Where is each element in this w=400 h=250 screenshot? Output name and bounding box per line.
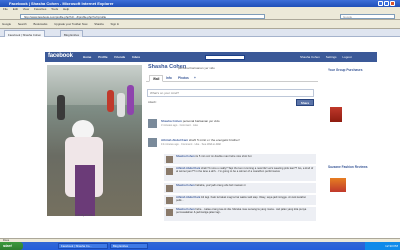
comment: Shasha Cohen hehe... kalau orang tua ok … — [164, 207, 316, 222]
nav-inbox[interactable]: Inbox — [132, 55, 140, 59]
avatar[interactable] — [166, 167, 173, 175]
system-clock: 12:33 PM — [365, 242, 400, 250]
feed-text: shah! 5 minit u r the energetic brother! — [188, 138, 240, 142]
photo-caption[interactable]: Edit My Profile — [75, 213, 93, 217]
facebook-header: facebook Home Profile Friends Inbox Shas… — [45, 52, 377, 62]
feed-author[interactable]: Athirah Abdul Kani — [161, 138, 188, 142]
search-input[interactable]: Google — [340, 13, 395, 19]
nav-friends[interactable]: Friends — [114, 55, 125, 59]
facebook-account-links: Shasha Cohen Settings Logout — [295, 55, 352, 59]
menu-tools[interactable]: Tools — [51, 7, 58, 11]
address-bar: http://www.facebook.com/profile.php?id=.… — [0, 12, 400, 20]
taskbar: start Facebook | Shasha Co... Blog Entri… — [0, 242, 400, 250]
close-button[interactable] — [390, 1, 395, 6]
google-toolbar: Google Search Bookmarks Upgrade your Too… — [0, 20, 400, 29]
ad-image[interactable] — [330, 178, 346, 192]
toolbar-upgrade[interactable]: Upgrade your Toolbar Now — [54, 22, 87, 26]
toolbar-sign-in[interactable]: Sign In — [111, 22, 120, 26]
menu-view[interactable]: View — [23, 7, 29, 11]
comment: Athirah Abdul Kani shah! 5 more u really… — [164, 166, 316, 182]
menu-help[interactable]: Help — [63, 7, 69, 11]
comment-text: its 5 min coz im double man hehe nice sh… — [195, 155, 252, 158]
profile-photo[interactable] — [47, 65, 142, 216]
feed-author[interactable]: Shasha Cohen — [161, 119, 182, 123]
ad-image[interactable] — [330, 107, 342, 122]
feed-item: Shasha Cohen personal barisanan yer vido… — [148, 119, 314, 133]
menu-file[interactable]: File — [3, 7, 8, 11]
facebook-search-input[interactable] — [205, 54, 245, 60]
comment-author[interactable]: Shasha Cohen — [176, 155, 195, 158]
comment-text: hahaha, yes! jadi orang xde beli macam n… — [195, 184, 246, 187]
attach-label: Attach: — [148, 100, 157, 104]
toolbar-google[interactable]: Google — [2, 22, 11, 26]
comment-author[interactable]: Shasha Cohen — [176, 184, 195, 187]
comment: Shasha Cohen its 5 min coz im double man… — [164, 154, 316, 165]
feed-item: Athirah Abdul Kani shah! 5 minit u r the… — [148, 138, 314, 152]
toolbar-search[interactable]: Search — [18, 22, 27, 26]
comment: Athirah Abdul Kani A3 lagi. Kalo la baka… — [164, 195, 316, 206]
avatar[interactable] — [166, 155, 173, 163]
feed-text: personal barisanan yer vido — [182, 119, 220, 123]
avatar[interactable] — [148, 119, 157, 128]
settings-link[interactable]: Settings — [326, 55, 337, 59]
profile-status: personal barisanan yer vido — [178, 65, 215, 70]
share-button[interactable]: Share — [296, 99, 314, 106]
facebook-nav: Home Profile Friends Inbox — [83, 55, 146, 59]
taskbar-item[interactable]: Blog Entries — [110, 243, 148, 249]
nav-profile[interactable]: Profile — [98, 55, 107, 59]
logout-link[interactable]: Logout — [342, 55, 351, 59]
sidebar-heading: Your Group Purchases — [328, 68, 363, 72]
maximize-button[interactable] — [384, 1, 389, 6]
tab-photos[interactable]: Photos — [175, 75, 192, 82]
avatar[interactable] — [166, 184, 173, 192]
tab-blog-entries[interactable]: Blog Entries — [60, 30, 84, 37]
menu-favorites[interactable]: Favorites — [34, 7, 46, 11]
avatar[interactable] — [148, 138, 157, 147]
profile-tabs: Wall Info Photos + — [146, 75, 318, 82]
right-sidebar: Your Group Purchases Suzzane Fashion Rev… — [328, 68, 378, 228]
taskbar-item[interactable]: Facebook | Shasha Co... — [58, 243, 108, 249]
menu-edit[interactable]: Edit — [13, 7, 18, 11]
account-name[interactable]: Shasha Cohen — [300, 55, 320, 59]
avatar[interactable] — [166, 208, 173, 216]
window-title-bar: Facebook | Shasha Cohen - Microsoft Inte… — [0, 0, 400, 7]
start-button[interactable]: start — [0, 242, 23, 250]
avatar[interactable] — [166, 196, 173, 204]
feed-meta[interactable]: 3 minutes ago · Comment · Like — [161, 124, 198, 127]
comment-text: hehe... kalau orang tua ok dia. Mereka m… — [176, 208, 307, 215]
tab-bar: Facebook | Shasha Cohen Blog Entries — [0, 29, 400, 37]
tab-add[interactable]: + — [191, 75, 199, 82]
nav-home[interactable]: Home — [83, 55, 91, 59]
minimize-button[interactable] — [378, 1, 383, 6]
toolbar-user[interactable]: Shasha — [94, 22, 104, 26]
tab-wall[interactable]: Wall — [149, 75, 164, 82]
status-composer[interactable]: What's on your mind? — [147, 89, 314, 97]
window-title: Facebook | Shasha Cohen - Microsoft Inte… — [9, 1, 114, 6]
address-input[interactable]: http://www.facebook.com/profile.php?id=.… — [20, 13, 265, 19]
ad-heading[interactable]: Suzzane Fashion Reviews — [328, 165, 368, 169]
toolbar-bookmarks[interactable]: Bookmarks — [33, 22, 47, 26]
tab-info[interactable]: Info — [163, 75, 175, 82]
facebook-logo[interactable]: facebook — [48, 53, 73, 59]
comment: Shasha Cohen hahaha, yes! jadi orang xde… — [164, 183, 316, 194]
tab-facebook[interactable]: Facebook | Shasha Cohen — [4, 30, 46, 37]
feed-meta[interactable]: 13 minutes ago · Comment · Like · See Wa… — [161, 143, 221, 146]
